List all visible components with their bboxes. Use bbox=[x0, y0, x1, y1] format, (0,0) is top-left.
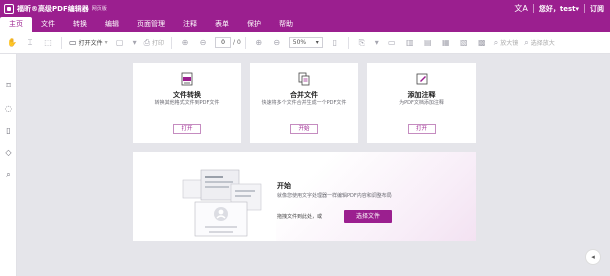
thumbnail-icon[interactable]: ▯ bbox=[4, 126, 13, 135]
chevron-down-icon: ▾ bbox=[575, 4, 579, 13]
card-title: 文件转换 bbox=[173, 91, 201, 99]
search-icon[interactable]: ⌕ bbox=[4, 170, 13, 179]
divider bbox=[584, 4, 585, 13]
select-zoom-icon: ⌕ bbox=[524, 37, 529, 47]
annotate-icon bbox=[416, 73, 427, 85]
prev-page-icon[interactable]: ⊕ bbox=[179, 36, 191, 50]
menu-form[interactable]: 表单 bbox=[206, 17, 238, 32]
comment-icon[interactable]: ◌ bbox=[4, 104, 13, 113]
menu-protect[interactable]: 保护 bbox=[238, 17, 270, 32]
divider bbox=[532, 4, 534, 13]
rotate-icon[interactable]: ⎘ bbox=[356, 36, 368, 50]
magnifier-button[interactable]: ⌕ 放大镜 bbox=[494, 36, 519, 50]
page-number-input[interactable]: 0 bbox=[215, 37, 232, 48]
divider bbox=[61, 36, 62, 49]
two-page-icon[interactable]: ▥ bbox=[404, 36, 416, 50]
chevron-down-icon[interactable]: ▾ bbox=[132, 36, 138, 50]
zoom-in-icon[interactable]: ⊕ bbox=[253, 36, 265, 50]
card-annotate[interactable]: 添加注释 为PDF文档添加注释 打开 bbox=[367, 63, 476, 143]
printer-icon: ⎙ bbox=[143, 37, 150, 47]
card-title: 合并文件 bbox=[290, 91, 318, 99]
zoom-value: 50% bbox=[292, 39, 307, 46]
folder-icon: ▭ bbox=[69, 38, 77, 47]
zoom-select[interactable]: 50% ▾ bbox=[288, 37, 323, 48]
card-merge[interactable]: 合并文件 快速将多个文件合并生成一个PDF文件 开始 bbox=[250, 63, 358, 143]
merge-icon bbox=[298, 72, 310, 86]
title-bar: 福昕®高级PDF编辑器 网页版 文A 您好，test▾ 订阅 bbox=[0, 0, 610, 17]
select-text-icon[interactable]: ⌶ bbox=[24, 36, 36, 50]
menu-edit[interactable]: 编辑 bbox=[96, 17, 128, 32]
print-label: 打印 bbox=[152, 40, 165, 47]
start-merge-button[interactable]: 开始 bbox=[290, 124, 318, 134]
magnifier-label: 放大镜 bbox=[500, 40, 519, 47]
document-illustration bbox=[182, 169, 262, 237]
zoom-out-icon[interactable]: ⊖ bbox=[271, 36, 283, 50]
cover-icon[interactable]: ▧ bbox=[458, 36, 470, 50]
magnifier-icon: ⌕ bbox=[493, 37, 499, 47]
open-button[interactable]: 打开 bbox=[407, 124, 436, 134]
subscribe-link[interactable]: 订阅 bbox=[590, 4, 604, 14]
open-file-button[interactable]: ▭ 打开文件 ▾ bbox=[69, 36, 108, 50]
chevron-down-icon: ▾ bbox=[104, 39, 108, 46]
facing-icon[interactable]: ▦ bbox=[440, 36, 452, 50]
single-page-icon[interactable]: ▭ bbox=[386, 36, 398, 50]
open-file-label: 打开文件 bbox=[78, 40, 103, 47]
menu-home[interactable]: 主页 bbox=[0, 17, 32, 32]
select-zoom-button[interactable]: ⌕ 选择放大 bbox=[524, 36, 555, 50]
collapse-panel-button[interactable]: ◂ bbox=[585, 249, 601, 265]
chevron-left-icon: ◂ bbox=[591, 253, 595, 261]
layers-icon[interactable]: ◇ bbox=[4, 148, 13, 157]
divider bbox=[347, 36, 349, 49]
drop-zone-text: 拖拽文件到此处，或 bbox=[277, 214, 323, 220]
app-logo: 福昕®高级PDF编辑器 网页版 bbox=[4, 3, 107, 14]
fit-width-icon[interactable]: ▯ bbox=[329, 36, 341, 50]
chevron-down-icon: ▾ bbox=[315, 39, 319, 46]
language-icon[interactable]: 文A bbox=[514, 3, 527, 14]
user-menu[interactable]: 您好，test▾ bbox=[539, 4, 579, 14]
user-greeting: 您好，test bbox=[538, 4, 576, 13]
bookmark-icon[interactable]: ⌑ bbox=[4, 81, 13, 90]
chevron-down-icon[interactable]: ▾ bbox=[374, 36, 380, 50]
app-edition: 网页版 bbox=[91, 6, 107, 12]
hand-tool-icon[interactable]: ✋ bbox=[6, 36, 18, 50]
grid-view-icon[interactable]: ▩ bbox=[476, 36, 488, 50]
page-total: / 0 bbox=[233, 39, 241, 46]
start-title: 开始 bbox=[277, 182, 291, 190]
card-title: 添加注释 bbox=[407, 91, 436, 99]
continuous-icon[interactable]: ▤ bbox=[422, 36, 434, 50]
toolbar: ✋ ⌶ ⬚ ▭ 打开文件 ▾ ▢ ▾ ⎙ 打印 ⊕ ⊖ 0 / 0 ⊕ ⊖ 50… bbox=[0, 32, 610, 54]
open-button[interactable]: 打开 bbox=[173, 124, 201, 134]
print-button[interactable]: ⎙ 打印 bbox=[144, 36, 164, 50]
select-file-button[interactable]: 选择文件 bbox=[344, 210, 392, 223]
select-zoom-label: 选择放大 bbox=[530, 40, 555, 47]
menu-convert[interactable]: 转换 bbox=[64, 17, 96, 32]
card-desc: 为PDF文档添加注释 bbox=[399, 100, 444, 106]
app-title: 福昕®高级PDF编辑器 bbox=[17, 4, 89, 13]
foxit-logo-icon bbox=[4, 3, 14, 14]
menu-help[interactable]: 帮助 bbox=[270, 17, 302, 32]
card-desc: 转换其他格式文件到PDF文件 bbox=[154, 100, 220, 106]
menu-page-manage[interactable]: 页面管理 bbox=[128, 17, 174, 32]
save-icon[interactable]: ▢ bbox=[114, 36, 126, 50]
card-convert[interactable]: 文件转换 转换其他格式文件到PDF文件 打开 bbox=[133, 63, 241, 143]
menu-file[interactable]: 文件 bbox=[32, 17, 64, 32]
menu-bar: 主页 文件 转换 编辑 页面管理 注释 表单 保护 帮助 bbox=[0, 17, 610, 32]
left-sidebar: ⌑ ◌ ▯ ◇ ⌕ bbox=[0, 54, 17, 276]
start-desc: 就像您使用文字处理器一样编辑PDF内容和调整布局 bbox=[277, 193, 392, 199]
pdf-convert-icon bbox=[181, 72, 193, 86]
divider bbox=[244, 36, 246, 49]
divider bbox=[171, 36, 173, 49]
next-page-icon[interactable]: ⊖ bbox=[197, 36, 209, 50]
screenshot-icon[interactable]: ⬚ bbox=[42, 36, 54, 50]
card-desc: 快速将多个文件合并生成一个PDF文件 bbox=[261, 100, 347, 106]
menu-comment[interactable]: 注释 bbox=[174, 17, 206, 32]
start-panel: 开始 就像您使用文字处理器一样编辑PDF内容和调整布局 拖拽文件到此处，或 选择… bbox=[133, 152, 476, 241]
